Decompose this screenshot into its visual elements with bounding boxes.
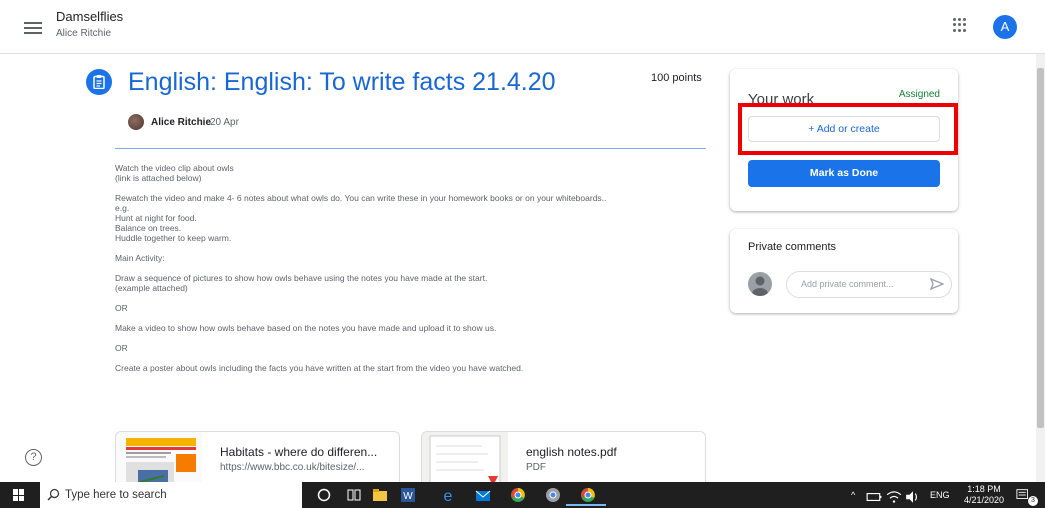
mark-as-done-button[interactable]: Mark as Done: [748, 160, 940, 187]
clock-time: 1:18 PM: [967, 484, 1001, 494]
instruction-line: (link is attached below): [115, 173, 202, 183]
assignment-points: 100 points: [651, 72, 702, 84]
task-view-icon[interactable]: [346, 487, 362, 503]
assignment-icon: [86, 69, 112, 95]
instruction-line: Huddle together to keep warm.: [115, 233, 232, 243]
instruction-paragraph: Main Activity:: [115, 253, 715, 263]
attachment-title: english notes.pdf: [526, 445, 617, 459]
search-placeholder: Type here to search: [65, 489, 167, 501]
instruction-paragraph: Create a poster about owls including the…: [115, 363, 715, 373]
instruction-paragraph: OR: [115, 303, 715, 313]
clock[interactable]: 1:18 PM 4/21/2020: [964, 484, 1004, 506]
notification-count: 3: [1028, 496, 1038, 506]
divider: [115, 148, 706, 149]
windows-taskbar: Type here to search W e ^ ENG 1:18 PM 4/…: [0, 482, 1045, 508]
account-avatar[interactable]: A: [993, 15, 1017, 39]
attachment-thumbnail: [116, 432, 202, 482]
active-app-indicator: [566, 504, 606, 506]
language-indicator[interactable]: ENG: [930, 490, 950, 500]
instruction-paragraph: Rewatch the video and make 4- 6 notes ab…: [115, 193, 715, 243]
windows-icon[interactable]: [13, 489, 25, 501]
author-name: Alice Ritchie: [151, 117, 212, 128]
instruction-line: Draw a sequence of pictures to show how …: [115, 273, 488, 283]
top-bar: Damselflies Alice Ritchie A: [0, 0, 1045, 54]
mail-icon[interactable]: [475, 487, 491, 503]
attachment-thumbnail: [422, 432, 508, 482]
word-icon[interactable]: W: [400, 487, 416, 503]
instruction-line: e.g.: [115, 203, 130, 213]
search-icon: [47, 488, 60, 501]
taskbar-search[interactable]: Type here to search: [40, 482, 302, 508]
instruction-line: Hunt at night for food.: [115, 213, 197, 223]
menu-icon[interactable]: [24, 22, 42, 34]
private-comment-input[interactable]: Add private comment...: [786, 271, 952, 298]
author-avatar: [128, 114, 144, 130]
file-explorer-icon[interactable]: [372, 487, 388, 503]
apps-icon[interactable]: [953, 18, 967, 32]
battery-icon[interactable]: [866, 489, 882, 505]
status-badge: Assigned: [898, 89, 940, 100]
svg-text:e: e: [444, 488, 453, 503]
classroom-app: Damselflies Alice Ritchie A English: Eng…: [0, 0, 1045, 482]
instruction-line: (example attached): [115, 283, 188, 293]
instruction-paragraph: Watch the video clip about owls (link is …: [115, 163, 715, 183]
chrome-profile-icon[interactable]: [545, 487, 561, 503]
instruction-paragraph: Draw a sequence of pictures to show how …: [115, 273, 715, 293]
private-comments-card: Private comments Add private comment...: [730, 229, 958, 313]
class-subtitle: Alice Ritchie: [56, 28, 112, 39]
tray-chevron-icon[interactable]: ^: [851, 490, 855, 500]
chrome-active-icon[interactable]: [580, 487, 596, 503]
attachment-pdf[interactable]: english notes.pdf PDF: [421, 431, 706, 482]
instruction-line: Create a poster about owls including the…: [115, 363, 524, 373]
edge-icon[interactable]: e: [440, 487, 456, 503]
post-date: 20 Apr: [210, 117, 239, 128]
instruction-line: Rewatch the video and make 4- 6 notes ab…: [115, 193, 607, 203]
instruction-line: Balance on trees.: [115, 223, 182, 233]
instruction-line: OR: [115, 343, 128, 353]
assignment-instructions: Watch the video clip about owls (link is …: [115, 163, 715, 383]
class-name[interactable]: Damselflies: [56, 9, 123, 24]
assignment-title: English: English: To write facts 21.4.20: [128, 68, 556, 96]
attachment-bbc-link[interactable]: Habitats - where do differen... https://…: [115, 431, 400, 482]
wifi-icon[interactable]: [886, 489, 902, 505]
attachment-type: PDF: [526, 462, 546, 473]
clock-date: 4/21/2020: [964, 495, 1005, 505]
scrollbar-thumb[interactable]: [1037, 68, 1044, 428]
instruction-line: OR: [115, 303, 128, 313]
svg-text:W: W: [403, 491, 413, 502]
help-icon[interactable]: ?: [25, 449, 42, 466]
instruction-line: Watch the video clip about owls: [115, 163, 234, 173]
user-avatar: [748, 272, 772, 296]
instruction-line: Main Activity:: [115, 253, 165, 263]
volume-icon[interactable]: [905, 489, 921, 505]
cortana-icon[interactable]: [316, 487, 332, 503]
chrome-icon[interactable]: [510, 487, 526, 503]
attachment-title: Habitats - where do differen...: [220, 445, 378, 459]
attachment-url: https://www.bbc.co.uk/bitesize/...: [220, 462, 365, 473]
instruction-paragraph: Make a video to show how owls behave bas…: [115, 323, 715, 333]
instruction-paragraph: OR: [115, 343, 715, 353]
private-comments-title: Private comments: [748, 241, 837, 253]
scrollbar[interactable]: [1036, 54, 1045, 482]
highlight-box: [738, 103, 958, 155]
send-icon[interactable]: [930, 278, 944, 290]
instruction-line: Make a video to show how owls behave bas…: [115, 323, 497, 333]
